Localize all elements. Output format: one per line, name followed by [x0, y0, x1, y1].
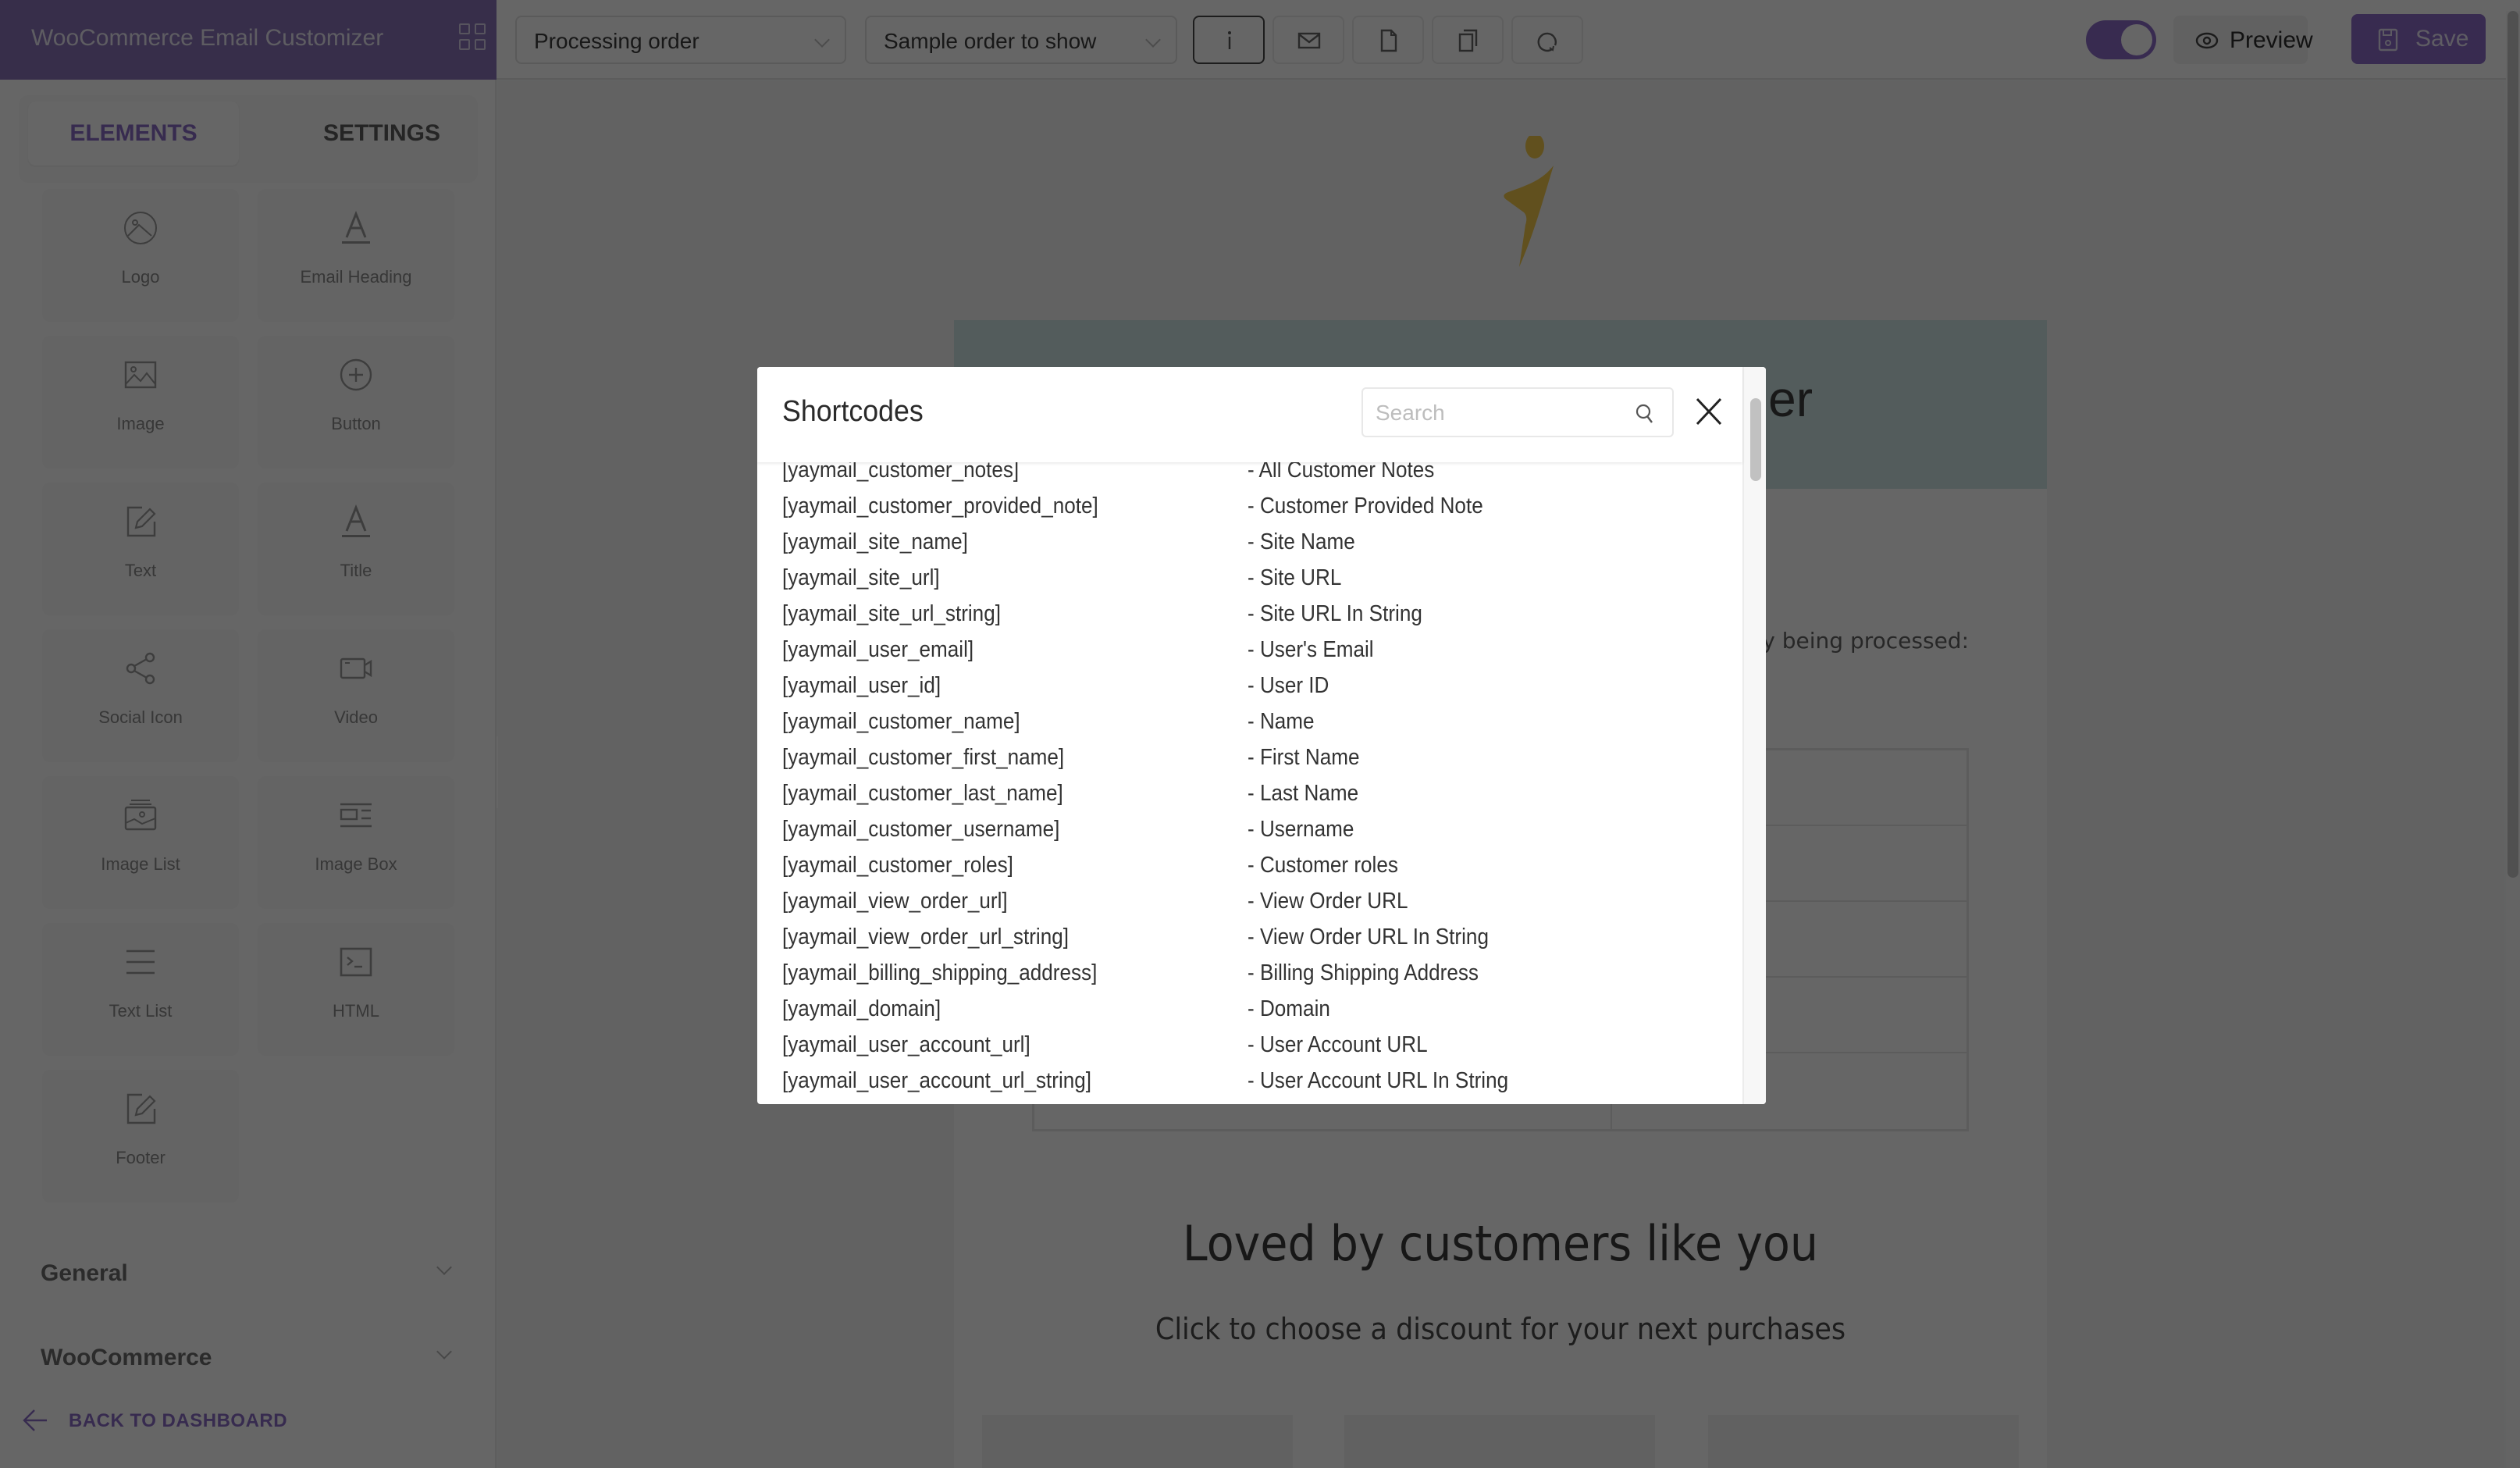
shortcode-description: - User's Email [1248, 637, 1374, 662]
shortcode-description: - Name [1248, 709, 1315, 734]
shortcode-code: [yaymail_customer_first_name] [782, 745, 1065, 770]
shortcode-code: [yaymail_customer_provided_note] [782, 493, 1098, 518]
modal-scrollbar[interactable] [1742, 367, 1766, 1104]
shortcode-row[interactable]: [yaymail_view_order_url] - View Order UR… [757, 885, 1742, 921]
shortcode-row[interactable]: [yaymail_user_id] - User ID [757, 670, 1742, 706]
shortcode-code: [yaymail_view_order_url] [782, 889, 1008, 914]
shortcode-code: [yaymail_billing_shipping_address] [782, 960, 1098, 985]
shortcode-code: [yaymail_customer_username] [782, 817, 1060, 842]
shortcode-description: - First Name [1248, 745, 1360, 770]
shortcodes-modal: Shortcodes [yaymail_customer_notes] - Al… [757, 367, 1766, 1104]
shortcode-row[interactable]: [yaymail_site_url_string] - Site URL In … [757, 598, 1742, 634]
search-icon [1636, 404, 1653, 423]
shortcode-description: - Last Name [1248, 781, 1359, 806]
shortcode-row[interactable]: [yaymail_billing_shipping_address] - Bil… [757, 957, 1742, 993]
shortcode-description: - View Order URL In String [1248, 925, 1489, 950]
shortcode-row[interactable]: [yaymail_user_email] - User's Email [757, 634, 1742, 670]
shortcode-row[interactable]: [yaymail_customer_last_name] - Last Name [757, 778, 1742, 814]
shortcode-code: [yaymail_customer_roles] [782, 853, 1013, 878]
shortcode-description: - Domain [1248, 996, 1330, 1021]
modal-title: Shortcodes [782, 395, 924, 428]
shortcode-description: - View Order URL [1248, 889, 1408, 914]
shortcode-row[interactable]: [yaymail_user_account_url_string] - User… [757, 1065, 1742, 1101]
shortcode-description: - Site Name [1248, 529, 1355, 554]
shortcode-code: [yaymail_user_email] [782, 637, 974, 662]
shortcode-description: - Username [1248, 817, 1354, 842]
modal-header: Shortcodes [757, 367, 1742, 462]
shortcode-search[interactable] [1361, 387, 1674, 437]
shortcode-description: - Site URL In String [1248, 601, 1422, 626]
shortcode-code: [yaymail_site_url_string] [782, 601, 1001, 626]
shortcode-row[interactable]: [yaymail_customer_name] - Name [757, 706, 1742, 742]
shortcode-search-input[interactable] [1376, 398, 1625, 428]
shortcode-row[interactable]: [yaymail_customer_roles] - Customer role… [757, 850, 1742, 885]
shortcode-description: - Customer roles [1248, 853, 1398, 878]
shortcode-description: - User Account URL In String [1248, 1068, 1509, 1093]
shortcode-list: [yaymail_customer_notes] - All Customer … [757, 454, 1742, 1104]
shortcode-row[interactable]: [yaymail_site_name] - Site Name [757, 526, 1742, 562]
shortcode-row[interactable]: [yaymail_view_order_url_string] - View O… [757, 921, 1742, 957]
shortcode-row[interactable]: [yaymail_customer_provided_note] - Custo… [757, 490, 1742, 526]
shortcode-code: [yaymail_site_url] [782, 565, 940, 590]
shortcode-description: - User ID [1248, 673, 1329, 698]
shortcode-code: [yaymail_user_id] [782, 673, 941, 698]
close-icon[interactable] [1694, 397, 1724, 426]
modal-scrollbar-thumb[interactable] [1750, 398, 1761, 481]
shortcode-row[interactable]: [yaymail_user_account_url] - User Accoun… [757, 1029, 1742, 1065]
shortcode-row[interactable]: [yaymail_site_url] - Site URL [757, 562, 1742, 598]
shortcode-description: - Billing Shipping Address [1248, 960, 1479, 985]
shortcode-code: [yaymail_user_account_url] [782, 1032, 1030, 1057]
shortcode-description: - Site URL [1248, 565, 1342, 590]
shortcode-code: [yaymail_user_account_url_string] [782, 1068, 1092, 1093]
shortcode-row[interactable]: [yaymail_customer_username] - Username [757, 814, 1742, 850]
shortcode-description: - User Account URL [1248, 1032, 1428, 1057]
shortcode-row[interactable]: [yaymail_customer_first_name] - First Na… [757, 742, 1742, 778]
shortcode-code: [yaymail_site_name] [782, 529, 968, 554]
shortcode-code: [yaymail_view_order_url_string] [782, 925, 1070, 950]
shortcode-code: [yaymail_customer_name] [782, 709, 1020, 734]
shortcode-code: [yaymail_domain] [782, 996, 941, 1021]
shortcode-code: [yaymail_customer_last_name] [782, 781, 1063, 806]
shortcode-row[interactable]: [yaymail_domain] - Domain [757, 993, 1742, 1029]
shortcode-description: - Customer Provided Note [1248, 493, 1483, 518]
